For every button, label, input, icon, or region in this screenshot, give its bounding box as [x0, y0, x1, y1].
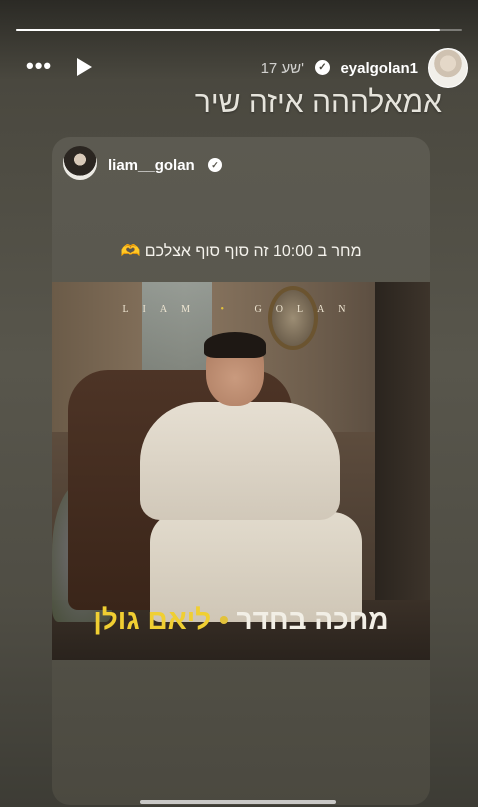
- shared-post-text: מחר ב 10:00 זה סוף סוף אצלכם 🫶: [120, 243, 362, 260]
- verified-icon: ✓: [208, 158, 222, 172]
- more-icon[interactable]: •••: [26, 55, 52, 77]
- cover-artist-name: ליאם גולן: [93, 604, 212, 635]
- play-icon[interactable]: [77, 58, 92, 76]
- cover-brand-dot: •: [220, 304, 239, 315]
- home-indicator: [140, 800, 336, 804]
- story-header: ••• 17 שע' ✓ eyalgolan1: [0, 48, 478, 88]
- cover-title-separator: •: [218, 604, 229, 635]
- cover-mirror: [268, 286, 318, 350]
- story-progress-bar: [16, 29, 462, 31]
- story-caption: אמאלההה איזה שיר: [194, 86, 442, 119]
- shared-post-username[interactable]: liam__golan: [108, 157, 195, 174]
- cover-person-hair: [204, 332, 266, 358]
- cover-song-title: מחכה בחדר: [236, 604, 389, 635]
- avatar[interactable]: [428, 48, 468, 88]
- story-username[interactable]: eyalgolan1: [340, 60, 418, 77]
- cover-brand: LIAM • GOLAN: [52, 304, 430, 315]
- shared-post-avatar[interactable]: [63, 146, 97, 180]
- cover-brand-right: GOLAN: [254, 304, 360, 315]
- verified-icon: ✓: [315, 60, 330, 75]
- cover-window: [142, 282, 212, 377]
- album-cover-image: LIAM • GOLAN מחכה בחדר • ליאם גולן: [52, 282, 430, 660]
- cover-brand-left: LIAM: [122, 304, 205, 315]
- shared-post-card[interactable]: liam__golan ✓ מחר ב 10:00 זה סוף סוף אצל…: [52, 137, 430, 805]
- story-progress-fill: [16, 29, 440, 31]
- cover-person-body: [140, 402, 340, 520]
- cover-title: מחכה בחדר • ליאם גולן: [52, 604, 430, 636]
- story-time: 17 שע': [260, 60, 304, 77]
